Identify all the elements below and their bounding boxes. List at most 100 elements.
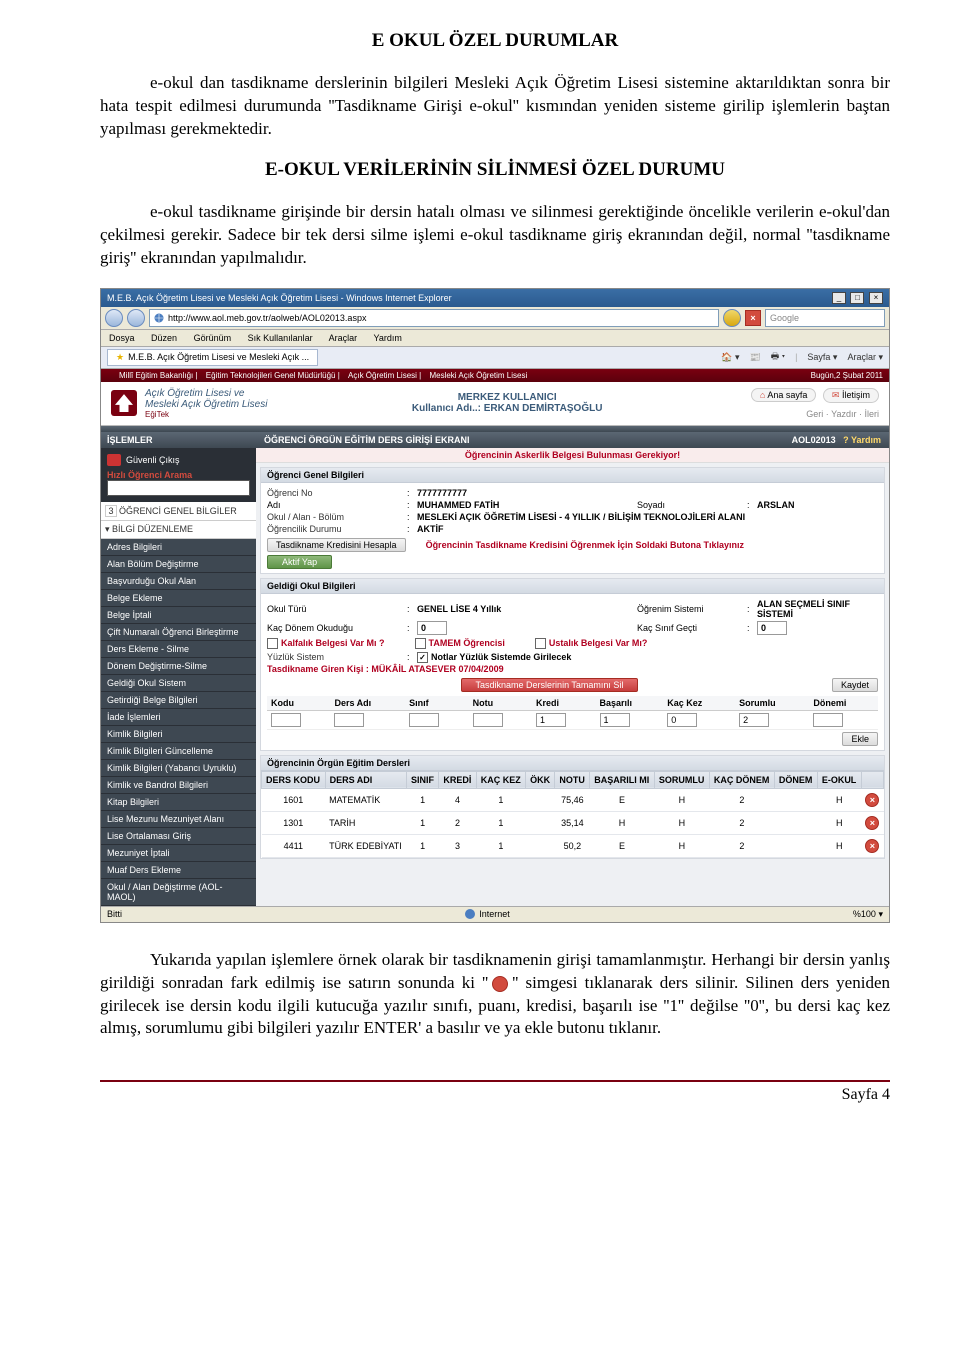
doc-title-1: E OKUL ÖZEL DURUMLAR [100, 30, 890, 52]
delete-all-button[interactable]: Tasdikname Derslerinin Tamamını Sil [461, 678, 639, 692]
sidebar-item[interactable]: Okul / Alan Değiştirme (AOL-MAOL) [101, 879, 256, 906]
sidebar-item[interactable]: Ders Ekleme - Silme [101, 641, 256, 658]
sidebar-item[interactable]: İade İşlemleri [101, 709, 256, 726]
tab-title: M.E.B. Açık Öğretim Lisesi ve Mesleki Aç… [128, 352, 309, 362]
sidebar-item[interactable]: Kimlik ve Bandrol Bilgileri [101, 777, 256, 794]
sidebar-item[interactable]: Belge İptali [101, 607, 256, 624]
status-zoom[interactable]: %100 ▾ [853, 909, 883, 920]
sidebar-item[interactable]: Lise Ortalaması Giriş [101, 828, 256, 845]
sidebar-item[interactable]: Getirdiği Belge Bilgileri [101, 692, 256, 709]
home-icon[interactable]: 🏠 ▾ [721, 352, 739, 363]
stop-button[interactable]: × [745, 310, 761, 326]
page-footer: Sayfa 4 [100, 1080, 890, 1104]
quick-search-label: Hızlı Öğrenci Arama [107, 470, 250, 480]
crumb-date: Bugün,2 Şubat 2011 [811, 371, 883, 380]
sidebar-item[interactable]: Kimlik Bilgileri (Yabancı Uyruklu) [101, 760, 256, 777]
minimize-button[interactable]: _ [832, 292, 846, 304]
tamem-check[interactable]: TAMEM Öğrencisi [415, 638, 505, 649]
dt-cell: H [654, 834, 709, 857]
sidebar-item[interactable]: Belge Ekleme [101, 590, 256, 607]
sidebar-item[interactable]: Muaf Ders Ekleme [101, 862, 256, 879]
table-row: 1601MATEMATİK14175,46EH2H× [262, 788, 884, 811]
save-button[interactable]: Kaydet [832, 678, 878, 692]
address-bar[interactable]: http://www.aol.meb.gov.tr/aolweb/AOL0201… [149, 309, 719, 327]
print-icon[interactable]: 🖶 ▾ [771, 349, 785, 365]
mini-cell-input[interactable] [271, 713, 301, 727]
dt-th: ÖKK [526, 771, 555, 788]
dt-th: SINIF [407, 771, 439, 788]
class-pass-input[interactable]: 0 [757, 621, 787, 635]
sidebar-item[interactable]: Lise Mezunu Mezuniyet Alanı [101, 811, 256, 828]
mini-cell-input[interactable] [409, 713, 439, 727]
mini-cell-input[interactable]: 0 [667, 713, 697, 727]
mini-cell-input[interactable] [473, 713, 503, 727]
row-delete-icon[interactable]: × [865, 793, 879, 807]
add-button[interactable]: Ekle [842, 732, 878, 746]
yuzluk-check[interactable]: ✓ [417, 652, 428, 663]
sidebar-item[interactable]: Kimlik Bilgileri Güncelleme [101, 743, 256, 760]
sidebar-item[interactable]: Başvurduğu Okul Alan [101, 573, 256, 590]
tools-menu[interactable]: Araçlar ▾ [847, 352, 883, 363]
row-delete-icon[interactable]: × [865, 816, 879, 830]
maximize-button[interactable]: □ [850, 292, 864, 304]
content-header: ÖĞRENCİ ÖRGÜN EĞİTİM DERS GİRİŞİ EKRANI … [256, 432, 889, 448]
entry-row-table: KoduDers AdıSınıfNotuKrediBaşarılıKaç Ke… [267, 696, 878, 730]
menu-help[interactable]: Yardım [374, 333, 402, 343]
home-link[interactable]: ⌂ Ana sayfa [751, 388, 816, 402]
dt-th: KAÇ DÖNEM [709, 771, 774, 788]
side-group-1[interactable]: 3ÖĞRENCİ GENEL BİLGİLER [101, 502, 256, 521]
dt-cell: 35,14 [555, 811, 590, 834]
mini-cell-input[interactable] [334, 713, 364, 727]
menu-favorites[interactable]: Sık Kullanılanlar [248, 333, 313, 343]
quick-search-input[interactable] [107, 480, 250, 496]
page-menu[interactable]: Sayfa ▾ [807, 352, 837, 363]
url-text: http://www.aol.meb.gov.tr/aolweb/AOL0201… [168, 313, 366, 323]
back-button[interactable] [105, 309, 123, 327]
safe-exit[interactable]: Güvenli Çıkış [107, 454, 250, 466]
mini-cell-input[interactable]: 1 [536, 713, 566, 727]
row-delete-icon[interactable]: × [865, 839, 879, 853]
side-group-2[interactable]: ▾ BİLGİ DÜZENLEME [101, 521, 256, 539]
sidebar-item[interactable]: Adres Bilgileri [101, 539, 256, 556]
mini-cell-input[interactable] [813, 713, 843, 727]
mini-th: Sınıf [405, 696, 468, 711]
contact-link[interactable]: ✉ İletişim [823, 388, 879, 403]
menu-edit[interactable]: Düzen [151, 333, 177, 343]
refresh-button[interactable] [723, 309, 741, 327]
menu-view[interactable]: Görünüm [194, 333, 232, 343]
dt-cell: 1 [407, 811, 439, 834]
calc-credit-button[interactable]: Tasdikname Kredisini Hesapla [267, 538, 406, 552]
menu-tools[interactable]: Araçlar [329, 333, 358, 343]
app-body: İŞLEMLER Güvenli Çıkış Hızlı Öğrenci Ara… [101, 432, 889, 906]
term-count-input[interactable]: 0 [417, 621, 447, 635]
dt-cell: 2 [709, 834, 774, 857]
search-placeholder: Google [770, 313, 799, 323]
app-header: Açık Öğretim Lisesi ve Mesleki Açık Öğre… [101, 382, 889, 426]
menu-file[interactable]: Dosya [109, 333, 135, 343]
kalfalik-check[interactable]: Kalfalık Belgesi Var Mı ? [267, 638, 385, 649]
sidebar-item[interactable]: Dönem Değiştirme-Silme [101, 658, 256, 675]
window-titlebar: M.E.B. Açık Öğretim Lisesi ve Mesleki Aç… [101, 289, 889, 307]
sidebar-item[interactable]: Kimlik Bilgileri [101, 726, 256, 743]
brand-sub: EğiTek [145, 410, 267, 419]
close-button[interactable]: × [869, 292, 883, 304]
forward-button[interactable] [127, 309, 145, 327]
ustalik-check[interactable]: Ustalık Belgesi Var Mı? [535, 638, 648, 649]
dt-th: NOTU [555, 771, 590, 788]
sidebar-header: İŞLEMLER [101, 432, 256, 448]
delete-row-icon: × [492, 976, 508, 992]
sidebar-item[interactable]: Mezuniyet İptali [101, 845, 256, 862]
search-box[interactable]: Google [765, 309, 885, 327]
activate-button[interactable]: Aktif Yap [267, 555, 332, 569]
dt-cell: E [590, 834, 655, 857]
browser-tab[interactable]: ★ M.E.B. Açık Öğretim Lisesi ve Mesleki … [107, 349, 318, 366]
mini-cell-input[interactable]: 1 [600, 713, 630, 727]
sidebar-item[interactable]: Geldiği Okul Sistem [101, 675, 256, 692]
dt-cell: H [817, 788, 861, 811]
sidebar-item[interactable]: Alan Bölüm Değiştirme [101, 556, 256, 573]
help-link[interactable]: ? Yardım [843, 435, 881, 445]
mini-cell-input[interactable]: 2 [739, 713, 769, 727]
sidebar-item[interactable]: Çift Numaralı Öğrenci Birleştirme [101, 624, 256, 641]
feed-icon[interactable]: 📰 [750, 352, 761, 363]
sidebar-item[interactable]: Kitap Bilgileri [101, 794, 256, 811]
